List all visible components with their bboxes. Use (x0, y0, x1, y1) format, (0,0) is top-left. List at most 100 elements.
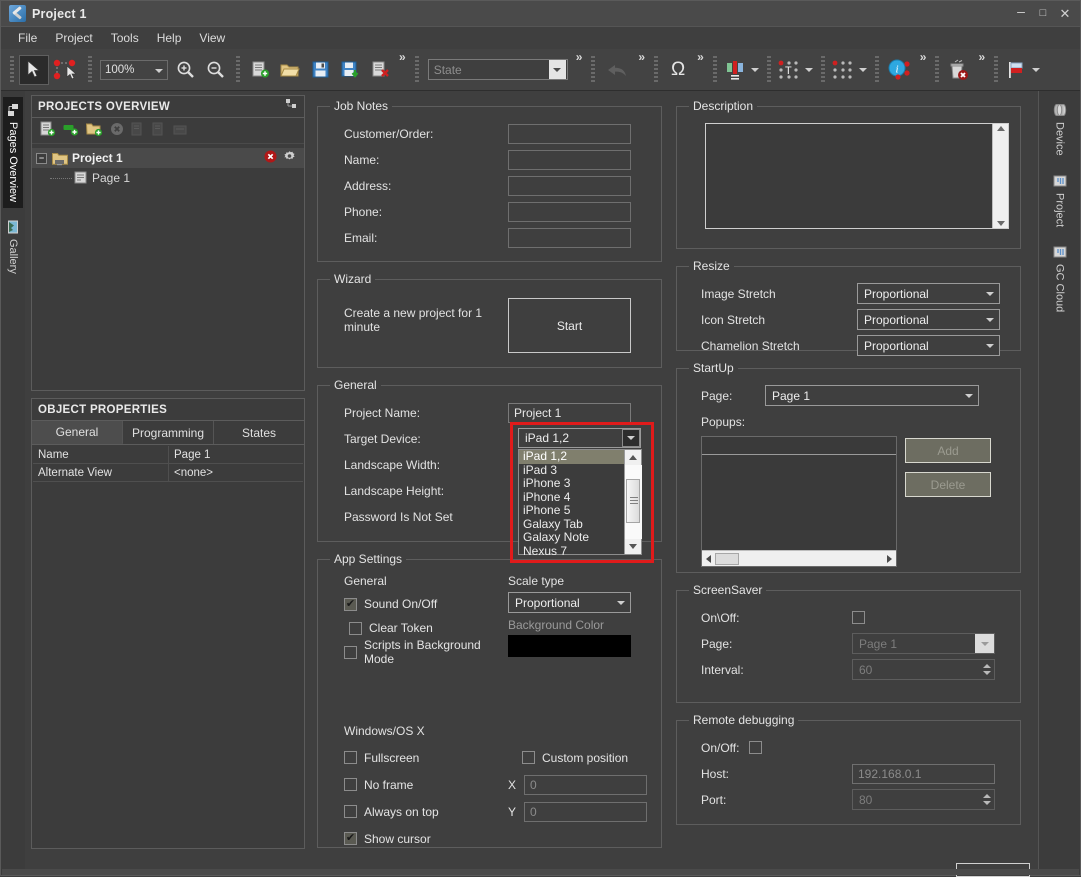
popups-listbox[interactable] (701, 436, 897, 567)
flag-dropdown[interactable] (1029, 56, 1043, 84)
toolbar-grip-8[interactable] (767, 56, 771, 84)
property-value[interactable]: <none> (169, 464, 303, 481)
toolbar-grip-9[interactable] (821, 56, 825, 84)
close-file-button[interactable] (365, 55, 395, 85)
multiselect-tool-button[interactable] (49, 55, 83, 85)
zoom-in-button[interactable] (171, 55, 201, 85)
clear-token-checkbox[interactable] (349, 622, 362, 635)
tab-general[interactable]: General (32, 421, 123, 444)
open-file-button[interactable] (275, 55, 305, 85)
select-tool-button[interactable] (19, 55, 49, 85)
showcursor-checkbox[interactable] (344, 832, 357, 845)
close-red-icon[interactable] (264, 150, 277, 166)
target-device-combo-field[interactable]: iPad 1,2 (518, 428, 641, 448)
toolbar-grip-12[interactable] (994, 56, 998, 84)
toolbar-grip-5[interactable] (591, 56, 595, 84)
distribute-text-dropdown[interactable] (802, 56, 816, 84)
table-row[interactable]: Alternate View <none> (33, 464, 303, 482)
target-device-dropdown-list[interactable]: iPad 1,2 iPad 3 iPhone 3 iPhone 4 iPhone… (518, 449, 642, 555)
align-dropdown[interactable] (748, 56, 762, 84)
toolbar-overflow-1[interactable]: » (395, 50, 410, 64)
scale-type-combo[interactable]: Proportional (508, 592, 631, 613)
vtab-project[interactable]: Project (1050, 168, 1070, 233)
vtab-gallery[interactable]: Gallery (3, 214, 23, 280)
distribute-button[interactable] (830, 55, 856, 85)
distribute-dropdown[interactable] (856, 56, 870, 84)
zoom-level-combo[interactable]: 100% (100, 60, 168, 80)
target-device-combo[interactable]: iPad 1,2 (518, 428, 641, 448)
delete-popup-button[interactable]: Delete (905, 472, 991, 497)
remote-host-input[interactable]: 192.168.0.1 (852, 764, 995, 784)
scroll-right-icon[interactable] (887, 555, 892, 563)
chevron-down-icon[interactable] (622, 429, 640, 447)
menu-tools[interactable]: Tools (102, 29, 148, 47)
hscroll-thumb[interactable] (715, 553, 739, 565)
sound-onoff-row[interactable]: Sound On/Off (344, 592, 508, 616)
toolbar-overflow-5[interactable]: » (916, 50, 931, 64)
vtab-gc-cloud[interactable]: GC Cloud (1050, 239, 1070, 318)
tree-expander[interactable]: − (36, 153, 47, 164)
align-button[interactable] (722, 55, 748, 85)
dropdown-option[interactable]: iPhone 5 (519, 504, 624, 518)
dropdown-option[interactable]: Galaxy Tab (519, 518, 624, 532)
toolbar-overflow-6[interactable]: » (974, 50, 989, 64)
dropdown-option[interactable]: iPad 1,2 (519, 450, 624, 464)
scroll-down-icon[interactable] (625, 539, 642, 554)
scroll-left-icon[interactable] (706, 555, 711, 563)
spinner-arrows[interactable] (979, 790, 994, 809)
info-button[interactable]: i (884, 55, 916, 85)
menu-view[interactable]: View (190, 29, 234, 47)
description-scrollbar[interactable] (992, 124, 1008, 228)
toolbar-overflow-4[interactable]: » (693, 50, 708, 64)
toolbar-grip-6[interactable] (654, 56, 658, 84)
collapse-tree-icon[interactable] (286, 99, 298, 114)
showcursor-row[interactable]: Show cursor (344, 825, 508, 852)
save-button[interactable] (305, 55, 335, 85)
icon-stretch-combo[interactable]: Proportional (857, 309, 1000, 330)
spinner-arrows[interactable] (979, 660, 994, 679)
scroll-down-icon[interactable] (997, 221, 1005, 226)
new-page-icon[interactable] (63, 121, 79, 140)
tree-node-project[interactable]: − Project 1 (32, 148, 304, 168)
screensaver-interval-spinner[interactable]: 60 (852, 659, 995, 680)
dropdown-option[interactable]: Galaxy Note (519, 531, 624, 545)
address-input[interactable] (508, 176, 631, 196)
dropdown-option[interactable]: iPhone 4 (519, 491, 624, 505)
image-stretch-combo[interactable]: Proportional (857, 283, 1000, 304)
fullscreen-row[interactable]: Fullscreen (344, 744, 508, 771)
state-combo[interactable]: State (428, 59, 568, 80)
tab-programming[interactable]: Programming (123, 421, 214, 444)
phone-input[interactable] (508, 202, 631, 222)
alwaysontop-row[interactable]: Always on top (344, 798, 508, 825)
toolbar-grip-11[interactable] (935, 56, 939, 84)
toolbar-grip-2[interactable] (88, 56, 92, 84)
screensaver-onoff-checkbox[interactable] (852, 611, 865, 624)
name-input[interactable] (508, 150, 631, 170)
alwaysontop-checkbox[interactable] (344, 805, 357, 818)
chevron-down-icon[interactable] (980, 284, 999, 303)
copy-icon[interactable] (131, 122, 145, 140)
scroll-thumb[interactable] (626, 479, 640, 523)
scripts-background-checkbox[interactable] (344, 646, 357, 659)
scripts-background-row[interactable]: Scripts in Background Mode (344, 640, 508, 664)
chevron-down-icon[interactable] (549, 60, 566, 79)
add-popup-button[interactable]: Add (905, 438, 991, 463)
startup-page-combo[interactable]: Page 1 (765, 385, 979, 406)
minimize-button[interactable]: – (1010, 4, 1032, 24)
remove-icon[interactable] (110, 122, 124, 139)
sound-onoff-checkbox[interactable] (344, 598, 357, 611)
scroll-track[interactable] (625, 465, 642, 539)
dropdown-option[interactable]: iPhone 3 (519, 477, 624, 491)
project-name-input[interactable]: Project 1 (508, 403, 631, 423)
chevron-down-icon[interactable] (980, 310, 999, 329)
toolbar-grip-7[interactable] (713, 56, 717, 84)
background-color-swatch[interactable] (508, 635, 631, 657)
chevron-down-icon[interactable] (980, 336, 999, 355)
description-textarea[interactable] (706, 124, 992, 228)
dropdown-scrollbar[interactable] (624, 450, 641, 554)
table-row[interactable]: Name Page 1 (33, 446, 303, 464)
dropdown-option[interactable]: iPad 3 (519, 464, 624, 478)
new-file-button[interactable] (245, 55, 275, 85)
toolbar-grip[interactable] (10, 56, 14, 84)
chevron-down-icon[interactable] (975, 634, 994, 653)
